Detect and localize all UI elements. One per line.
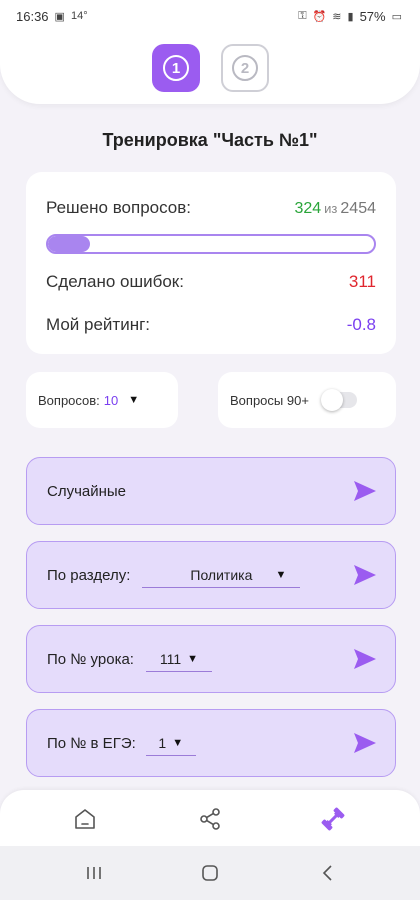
questions-label: Вопросов: (38, 392, 100, 408)
dumbbell-icon (321, 807, 345, 831)
lock-icon: ⚿ (298, 9, 307, 22)
errors-label: Сделано ошибок: (46, 272, 184, 291)
recent-apps-button[interactable] (84, 864, 104, 882)
battery-icon: ▭ (391, 10, 402, 23)
step-1-tab[interactable]: 1 (152, 44, 200, 92)
step-1-label: 1 (163, 55, 189, 81)
home-icon (75, 809, 95, 829)
solved-row: Решено вопросов: 324 из 2454 (46, 198, 376, 218)
step-2-tab[interactable]: 2 (221, 44, 269, 92)
dropdown-caret-icon: ▼ (275, 568, 287, 581)
progress-fill (48, 236, 91, 252)
system-nav-bar (0, 846, 420, 900)
toggle-knob (320, 389, 343, 411)
questions-value: 10 (103, 392, 119, 408)
system-home-button[interactable] (201, 864, 219, 882)
lesson-label: По № урока: (47, 650, 134, 668)
send-icon[interactable] (353, 732, 377, 754)
lesson-select[interactable]: 111 ▼ (145, 646, 212, 672)
nav-share-button[interactable] (195, 804, 225, 834)
section-label: По разделу: (47, 566, 131, 584)
lesson-value: 111 (159, 650, 182, 667)
section-value: Политика (190, 566, 253, 583)
rating-value: -0.8 (346, 315, 376, 334)
send-icon[interactable] (353, 480, 377, 502)
rating-row: Мой рейтинг: -0.8 (46, 315, 376, 335)
solved-value: 324 из 2454 (294, 198, 376, 218)
questions-count-selector[interactable]: Вопросов: 10 ▼ (26, 372, 178, 428)
alarm-icon: ⏰ (312, 10, 327, 23)
random-label: Случайные (47, 482, 127, 500)
share-icon (200, 808, 220, 830)
send-icon[interactable] (353, 648, 377, 670)
q90-label: Вопросы 90+ (230, 392, 309, 408)
solved-count: 324 (294, 200, 322, 217)
solved-progress-bar (46, 234, 376, 254)
errors-value: 311 (348, 272, 376, 291)
dropdown-caret-icon: ▼ (187, 652, 199, 665)
step-2-label: 2 (232, 55, 258, 81)
status-bar: 16:36 ▣ 14° ⚿ ⏰ ≋ ▮ 57% ▭ (0, 0, 420, 32)
status-temperature: 14° (70, 10, 88, 22)
errors-row: Сделано ошибок: 311 (46, 272, 376, 292)
q90-toggle[interactable] (320, 389, 357, 411)
solved-total: 2454 (340, 200, 376, 217)
gallery-icon: ▣ (54, 10, 65, 23)
by-ege-number-card: По № в ЕГЭ: 1 ▼ (26, 709, 396, 777)
random-questions-button[interactable]: Случайные (26, 457, 396, 525)
ege-select[interactable]: 1 ▼ (145, 730, 196, 756)
dropdown-caret-icon: ▼ (128, 394, 140, 406)
q90-card: Вопросы 90+ (218, 372, 396, 428)
by-lesson-card: По № урока: 111 ▼ (26, 625, 396, 693)
nav-training-button[interactable] (318, 804, 348, 834)
status-time: 16:36 (16, 8, 49, 24)
battery-level: 57% (359, 8, 386, 24)
send-icon[interactable] (353, 564, 377, 586)
solved-label: Решено вопросов: (46, 198, 192, 217)
system-home-icon (202, 865, 218, 881)
ege-label: По № в ЕГЭ: (47, 734, 136, 752)
wifi-icon: ≋ (332, 10, 342, 23)
section-select[interactable]: Политика ▼ (142, 562, 301, 588)
nav-home-button[interactable] (70, 804, 100, 834)
dropdown-caret-icon: ▼ (172, 736, 184, 749)
by-section-card: По разделу: Политика ▼ (26, 541, 396, 609)
page-title: Тренировка "Часть №1" (102, 130, 318, 150)
solved-of: из (324, 201, 338, 216)
rating-label: Мой рейтинг: (46, 315, 151, 334)
back-icon (322, 865, 332, 881)
back-button[interactable] (320, 864, 334, 882)
ege-value: 1 (158, 734, 167, 751)
stats-card: Решено вопросов: 324 из 2454 Сделано ошибо… (26, 172, 396, 354)
bottom-nav (0, 790, 420, 846)
recent-apps-icon (87, 867, 101, 879)
signal-icon: ▮ (347, 10, 354, 23)
